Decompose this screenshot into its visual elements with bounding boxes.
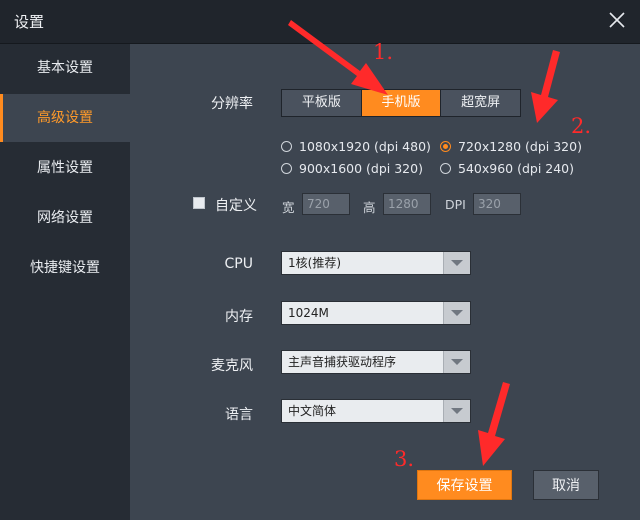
resolution-option-720[interactable]: 720x1280 (dpi 320) xyxy=(440,137,582,155)
sidebar: 基本设置 高级设置 属性设置 网络设置 快捷键设置 xyxy=(0,44,130,520)
memory-value: 1024M xyxy=(288,306,329,320)
sidebar-item-shortcuts[interactable]: 快捷键设置 xyxy=(0,244,130,292)
radio-icon xyxy=(281,140,292,152)
sidebar-item-advanced[interactable]: 高级设置 xyxy=(0,94,130,142)
memory-select[interactable]: 1024M xyxy=(281,301,471,325)
chevron-down-icon xyxy=(443,252,470,274)
resolution-option-1080[interactable]: 1080x1920 (dpi 480) xyxy=(281,137,431,155)
resolution-option-900[interactable]: 900x1600 (dpi 320) xyxy=(281,159,423,177)
annotation-step-3: 3. xyxy=(394,447,415,471)
save-settings-button[interactable]: 保存设置 xyxy=(417,470,512,500)
title-bar: 设置 xyxy=(0,0,640,44)
radio-selected-icon xyxy=(440,140,451,152)
annotation-step-1: 1. xyxy=(373,40,394,64)
height-input[interactable] xyxy=(383,193,431,215)
sidebar-item-basic[interactable]: 基本设置 xyxy=(0,44,130,92)
annotation-arrow-3-icon xyxy=(478,382,510,466)
sidebar-item-network[interactable]: 网络设置 xyxy=(0,194,130,242)
resolution-option-label: 540x960 (dpi 240) xyxy=(458,160,575,176)
resolution-mode-segment: 平板版 手机版 超宽屏 xyxy=(281,89,521,117)
custom-label: 自定义 xyxy=(215,198,257,214)
resolution-option-label: 900x1600 (dpi 320) xyxy=(299,160,423,176)
dpi-label: DPI xyxy=(445,197,466,212)
resolution-option-label: 1080x1920 (dpi 480) xyxy=(299,138,431,154)
microphone-value: 主声音捕获驱动程序 xyxy=(288,355,397,369)
custom-resolution-checkbox[interactable] xyxy=(193,197,205,209)
annotation-arrow-2-icon xyxy=(531,50,560,123)
cancel-button[interactable]: 取消 xyxy=(533,470,599,500)
dpi-input[interactable] xyxy=(473,193,521,215)
height-label: 高 xyxy=(363,200,376,215)
mode-ultrawide-button[interactable]: 超宽屏 xyxy=(441,90,521,116)
memory-label: 内存 xyxy=(225,309,253,325)
chevron-down-icon xyxy=(443,351,470,373)
window-title: 设置 xyxy=(14,13,45,31)
radio-icon xyxy=(440,162,451,174)
chevron-down-icon xyxy=(443,302,470,324)
language-label: 语言 xyxy=(225,407,253,423)
cpu-value: 1核(推荐) xyxy=(288,256,341,270)
width-input[interactable] xyxy=(302,193,350,215)
radio-icon xyxy=(281,162,292,174)
mode-phone-button[interactable]: 手机版 xyxy=(361,90,442,116)
annotation-step-2: 2. xyxy=(571,114,592,138)
close-icon[interactable] xyxy=(606,9,628,31)
language-select[interactable]: 中文简体 xyxy=(281,399,471,423)
resolution-option-label: 720x1280 (dpi 320) xyxy=(458,138,582,154)
resolution-option-540[interactable]: 540x960 (dpi 240) xyxy=(440,159,574,177)
microphone-label: 麦克风 xyxy=(211,358,253,374)
mode-tablet-button[interactable]: 平板版 xyxy=(282,90,362,116)
cpu-select[interactable]: 1核(推荐) xyxy=(281,251,471,275)
sidebar-item-properties[interactable]: 属性设置 xyxy=(0,144,130,192)
language-value: 中文简体 xyxy=(288,404,337,418)
microphone-select[interactable]: 主声音捕获驱动程序 xyxy=(281,350,471,374)
width-label: 宽 xyxy=(282,200,295,215)
resolution-label: 分辨率 xyxy=(211,96,253,112)
cpu-label: CPU xyxy=(224,256,253,272)
chevron-down-icon xyxy=(443,400,470,422)
